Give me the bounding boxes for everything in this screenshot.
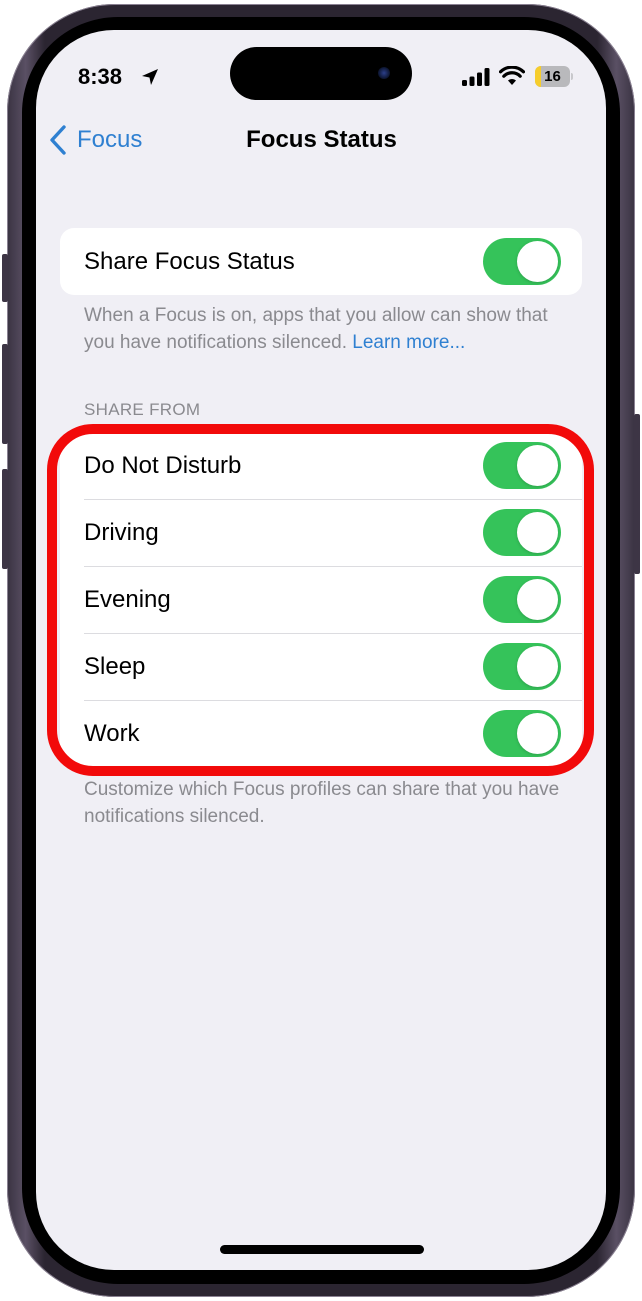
volume-up-button xyxy=(2,344,8,444)
location-arrow-icon xyxy=(142,69,158,85)
battery-indicator: 16 xyxy=(535,66,573,87)
focus-label: Work xyxy=(84,719,140,747)
dynamic-island xyxy=(230,47,412,100)
focus-label: Driving xyxy=(84,518,159,546)
battery-percent: 16 xyxy=(544,68,561,85)
evening-toggle[interactable] xyxy=(483,576,561,623)
screen: 8:38 16 Focus Focus Status Share Focus S… xyxy=(36,30,606,1270)
toggle-knob xyxy=(517,713,558,754)
focus-label: Sleep xyxy=(84,652,146,680)
battery-body: 16 xyxy=(535,66,570,87)
toggle-knob xyxy=(517,512,558,553)
home-indicator[interactable] xyxy=(220,1245,424,1254)
volume-down-button xyxy=(2,469,8,569)
driving-toggle[interactable] xyxy=(483,509,561,556)
toggle-knob xyxy=(517,445,558,486)
focus-row-do-not-disturb: Do Not Disturb xyxy=(60,432,582,499)
share-from-card: Do Not Disturb Driving Evening Sleep Wor… xyxy=(60,432,582,767)
share-focus-status-toggle[interactable] xyxy=(483,238,561,285)
share-status-description: When a Focus is on, apps that you allow … xyxy=(84,305,548,353)
do-not-disturb-toggle[interactable] xyxy=(483,442,561,489)
cellular-signal-icon xyxy=(462,68,490,86)
focus-row-sleep: Sleep xyxy=(60,633,582,700)
action-button xyxy=(2,254,8,302)
toggle-knob xyxy=(517,579,558,620)
focus-row-evening: Evening xyxy=(60,566,582,633)
focus-row-work: Work xyxy=(60,700,582,767)
share-focus-status-card: Share Focus Status xyxy=(60,228,582,295)
toggle-knob xyxy=(517,646,558,687)
share-status-footer: When a Focus is on, apps that you allow … xyxy=(84,302,574,356)
share-from-header: SHARE FROM xyxy=(84,400,201,419)
work-toggle[interactable] xyxy=(483,710,561,757)
focus-row-driving: Driving xyxy=(60,499,582,566)
share-focus-status-label: Share Focus Status xyxy=(84,247,295,275)
learn-more-link[interactable]: Learn more... xyxy=(352,332,465,353)
status-time: 8:38 xyxy=(78,64,123,89)
focus-label: Do Not Disturb xyxy=(84,451,242,479)
battery-nub xyxy=(571,73,573,80)
wifi-icon xyxy=(499,66,525,85)
share-from-footer: Customize which Focus profiles can share… xyxy=(84,779,560,827)
focus-label: Evening xyxy=(84,585,171,613)
power-button xyxy=(634,414,640,574)
share-focus-status-row: Share Focus Status xyxy=(60,228,582,295)
toggle-knob xyxy=(517,241,558,282)
camera-icon xyxy=(378,67,390,79)
page-title: Focus Status xyxy=(246,126,397,153)
sleep-toggle[interactable] xyxy=(483,643,561,690)
